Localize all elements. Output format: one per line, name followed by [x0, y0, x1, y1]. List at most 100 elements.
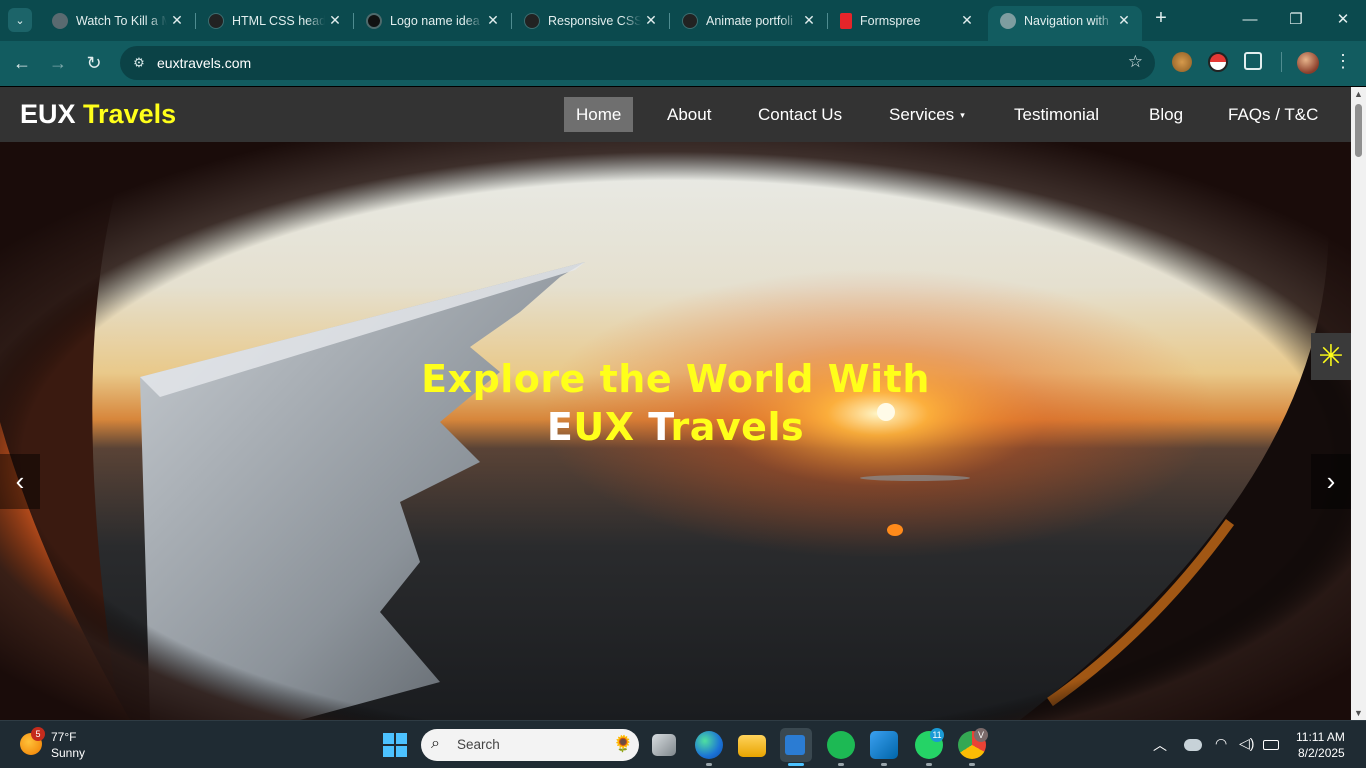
tab-close-icon[interactable]: ✕: [957, 12, 977, 29]
battery-icon[interactable]: [1263, 740, 1279, 750]
running-indicator: [838, 763, 844, 766]
nav-testimonial[interactable]: Testimonial: [1002, 97, 1111, 132]
url-text[interactable]: euxtravels.com: [157, 55, 251, 71]
slider-next-button[interactable]: ›: [1311, 454, 1351, 509]
wifi-icon[interactable]: ◠: [1215, 735, 1227, 752]
file-explorer-icon[interactable]: [738, 735, 766, 757]
tab-close-icon[interactable]: ✕: [325, 12, 345, 29]
tab-title: HTML CSS heade: [232, 13, 325, 28]
vscode-icon[interactable]: [870, 731, 898, 759]
page-viewport: EUX Travels Home About Contact Us Servic…: [0, 87, 1351, 720]
weather-condition[interactable]: Sunny: [51, 746, 85, 760]
clock-time[interactable]: 11:11 AM: [1296, 730, 1345, 744]
tab-favicon-icon: [524, 12, 540, 29]
tab-favicon-icon: [366, 12, 382, 29]
tab-favicon-icon: [208, 12, 224, 29]
tab-title: Animate portfoli: [706, 13, 793, 28]
onedrive-icon[interactable]: [1184, 739, 1202, 751]
tab-6[interactable]: Formspree ✕: [828, 6, 985, 35]
restore-button[interactable]: ❐: [1284, 8, 1308, 32]
volume-icon[interactable]: ◁): [1239, 735, 1254, 752]
hero-brand-t: T: [648, 405, 671, 449]
nav-services[interactable]: Services ▾: [877, 97, 977, 132]
logo-accent-text: Travels: [83, 99, 177, 129]
hero-brand-ux: UX: [573, 405, 635, 449]
edge-browser-icon[interactable]: [695, 731, 723, 759]
menu-kebab-icon[interactable]: ⋮: [1334, 51, 1352, 75]
whatsapp-badge: 11: [930, 728, 944, 742]
nav-faqs-tc[interactable]: FAQs / T&C: [1216, 97, 1330, 132]
hero-title-line1: Explore the World With: [421, 357, 930, 401]
bookmark-star-icon[interactable]: ☆: [1128, 52, 1143, 72]
pokeball-extension-icon[interactable]: [1208, 52, 1228, 72]
close-window-button[interactable]: ✕: [1331, 8, 1355, 32]
page-scrollbar[interactable]: ▲ ▼: [1351, 87, 1366, 720]
scroll-down-icon[interactable]: ▼: [1354, 708, 1363, 718]
chrome-profile-badge: V: [974, 728, 988, 742]
globe-favicon-icon: [1000, 12, 1016, 29]
tab-close-icon[interactable]: ✕: [1114, 12, 1134, 29]
task-view-icon[interactable]: [652, 734, 676, 756]
reload-icon[interactable]: ↻: [82, 51, 106, 75]
browser-toolbar: ← → ↻ ⚙ euxtravels.com ☆: [0, 41, 1366, 86]
tab-2[interactable]: HTML CSS heade ✕: [196, 6, 354, 35]
new-tab-button[interactable]: +: [1150, 8, 1172, 30]
nav-blog[interactable]: Blog: [1137, 97, 1195, 132]
spotify-icon[interactable]: [827, 731, 855, 759]
dropdown-caret-icon: ▾: [960, 110, 965, 121]
weather-temp[interactable]: 77°F: [51, 730, 76, 744]
nav-contact-us[interactable]: Contact Us: [746, 97, 854, 132]
hero-slider: Explore the World With EUX Travels ‹ › ✳: [0, 142, 1351, 720]
running-indicator: [969, 763, 975, 766]
theme-settings-icon[interactable]: ✳: [1311, 333, 1351, 380]
search-placeholder: Search: [457, 737, 500, 752]
tab-7-active[interactable]: Navigation with ✕: [988, 6, 1142, 41]
tab-search-button[interactable]: ⌄: [8, 8, 32, 32]
search-icon: ⌕: [431, 735, 440, 752]
tab-favicon-icon: [52, 12, 68, 29]
tab-close-icon[interactable]: ✕: [641, 12, 661, 29]
forward-arrow-icon[interactable]: →: [46, 51, 70, 75]
tab-title: Formspree: [860, 13, 921, 28]
profile-avatar[interactable]: [1297, 52, 1319, 74]
cookie-extension-icon[interactable]: [1172, 52, 1192, 72]
site-navbar: EUX Travels Home About Contact Us Servic…: [0, 87, 1351, 142]
tab-title: Navigation with: [1024, 13, 1109, 28]
hero-brand-e: E: [546, 405, 574, 449]
address-bar[interactable]: ⚙ euxtravels.com ☆: [120, 46, 1155, 80]
tab-3[interactable]: Logo name idea ✕: [354, 6, 512, 35]
tab-title: Watch To Kill a M: [76, 13, 167, 28]
notepad-icon: [785, 735, 805, 755]
taskbar-search[interactable]: ⌕ Search 🌻: [421, 729, 639, 761]
running-indicator: [926, 763, 932, 766]
tab-close-icon[interactable]: ✕: [799, 12, 819, 29]
weather-badge: 5: [31, 727, 45, 741]
tab-close-icon[interactable]: ✕: [483, 12, 503, 29]
running-indicator: [706, 763, 712, 766]
tray-chevron-up-icon[interactable]: ︿: [1153, 735, 1167, 755]
scroll-thumb[interactable]: [1355, 104, 1362, 157]
active-indicator: [788, 763, 804, 766]
nav-services-label: Services: [889, 105, 955, 124]
tab-4[interactable]: Responsive CSS ✕: [512, 6, 670, 35]
tab-favicon-icon: [682, 12, 698, 29]
extensions-puzzle-icon[interactable]: [1244, 52, 1262, 70]
site-settings-icon[interactable]: ⚙: [129, 53, 149, 73]
tab-title: Logo name idea: [390, 13, 480, 28]
minimize-button[interactable]: —: [1238, 8, 1262, 32]
windows-start-icon[interactable]: [383, 733, 407, 757]
tab-1[interactable]: Watch To Kill a M ✕: [40, 6, 196, 35]
tab-title: Responsive CSS: [548, 13, 641, 28]
running-indicator: [881, 763, 887, 766]
tab-5[interactable]: Animate portfoli ✕: [670, 6, 828, 35]
nav-about[interactable]: About: [655, 97, 723, 132]
site-logo[interactable]: EUX Travels: [20, 99, 176, 130]
back-arrow-icon[interactable]: ←: [10, 51, 34, 75]
slider-prev-button[interactable]: ‹: [0, 454, 40, 509]
nav-home[interactable]: Home: [564, 97, 634, 132]
clock-date[interactable]: 8/2/2025: [1298, 746, 1345, 760]
tab-strip: ⌄ Watch To Kill a M ✕ HTML CSS heade ✕ L…: [0, 0, 1366, 41]
scroll-up-icon[interactable]: ▲: [1354, 89, 1363, 99]
tab-close-icon[interactable]: ✕: [167, 12, 187, 29]
hero-title-line2: EUX Travels: [0, 405, 1351, 449]
